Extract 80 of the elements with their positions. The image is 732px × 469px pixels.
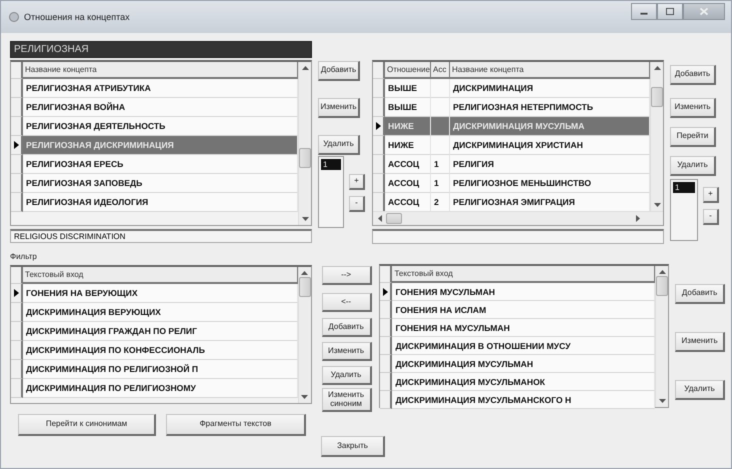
scroll-down-icon[interactable] xyxy=(301,395,308,400)
scroll-up-icon[interactable] xyxy=(301,270,308,275)
row-header[interactable] xyxy=(380,283,392,301)
header-corner xyxy=(11,267,23,284)
window-title: Отношения на концептах xyxy=(24,12,131,22)
decrease-button[interactable]: - xyxy=(703,208,719,225)
row-header[interactable] xyxy=(11,136,23,155)
table-row[interactable]: АССОЦ 2 РЕЛИГИОЗНАЯ ЭМИГРАЦИЯ xyxy=(373,193,650,212)
level-list[interactable]: 1 xyxy=(670,179,698,241)
column-header[interactable]: Отношение xyxy=(385,62,431,79)
comment-field[interactable] xyxy=(372,229,664,244)
increase-button[interactable]: + xyxy=(703,186,719,203)
scroll-up-icon[interactable] xyxy=(658,269,666,274)
concept-field[interactable]: РЕЛИГИОЗНАЯ xyxy=(10,41,312,58)
table-row[interactable]: НИЖЕ ДИСКРИМИНАЦИЯ МУСУЛЬМА xyxy=(373,117,650,136)
move-right-button[interactable]: --> xyxy=(322,266,372,286)
header-corner xyxy=(380,266,392,283)
edit-button[interactable]: Изменить xyxy=(322,342,372,362)
table-row[interactable]: АССОЦ 1 РЕЛИГИОЗНОЕ МЕНЬШИНСТВО xyxy=(373,174,650,193)
scroll-down-icon[interactable] xyxy=(654,203,660,208)
data-grid[interactable]: Текстовый вход ГОНЕНИЯ МУСУЛЬМАН ГОНЕНИЯ НА ИСЛАМ ГОНЕНИЯ НА МУСУЛЬМАН ДИСКРИМИНАЦИЯ В ОТНОШЕНИИ МУСУ ДИСКРИМИНАЦИЯ МУСУЛЬМАН ДИСКРИМИНАЦИЯ МУСУЛЬМАНОК ДИСКРИМИНАЦИЯ МУСУЛЬМАНСКОГО Н xyxy=(379,264,670,408)
column-header[interactable]: Название концепта xyxy=(450,62,650,79)
maximize-icon[interactable] xyxy=(657,3,683,20)
scroll-right-icon[interactable] xyxy=(636,215,641,222)
scroll-left-icon[interactable] xyxy=(377,215,382,222)
vertical-scrollbar[interactable] xyxy=(298,62,311,225)
table-row[interactable]: НИЖЕ ДИСКРИМИНАЦИЯ ХРИСТИАН xyxy=(373,136,650,155)
vertical-scrollbar[interactable] xyxy=(650,62,663,211)
column-header[interactable]: Название концепта xyxy=(23,62,298,79)
data-grid[interactable] xyxy=(372,60,664,226)
scroll-thumb[interactable] xyxy=(656,276,668,296)
row-header[interactable] xyxy=(373,117,385,136)
close-button[interactable]: Закрыть xyxy=(321,436,385,458)
delete-button[interactable]: Удалить xyxy=(322,366,372,386)
go-to-synonyms-button[interactable]: Перейти к синонимам xyxy=(18,414,156,436)
table-row[interactable]: ВЫШЕ РЕЛИГИОЗНАЯ НЕТЕРПИМОСТЬ xyxy=(373,98,650,117)
add-button[interactable]: Добавить xyxy=(675,284,726,304)
data-grid[interactable]: Название концепта РЕЛИГИОЗНАЯ АТРИБУТИКА РЕЛИГИОЗНАЯ ВОЙНА РЕЛИГИОЗНАЯ ДЕЯТЕЛЬНОСТЬ РЕЛИГИОЗНАЯ ДИСКРИМИНАЦИЯ РЕЛИГИОЗНАЯ ЕРЕСЬ РЕЛИГИОЗНАЯ ЗАПОВЕДЬ РЕЛИГИОЗНАЯ ИДЕОЛОГИЯ xyxy=(10,60,312,226)
delete-button[interactable]: Удалить xyxy=(675,380,726,400)
add-button[interactable]: Добавить xyxy=(318,60,360,81)
column-header[interactable]: Текстовый вход xyxy=(392,266,656,283)
scroll-up-icon[interactable] xyxy=(302,65,308,70)
table-row[interactable]: ВЫШЕ ДИСКРИМИНАЦИЯ xyxy=(373,79,650,98)
add-button[interactable]: Добавить xyxy=(670,64,716,85)
scroll-thumb[interactable] xyxy=(651,87,663,107)
header-corner xyxy=(373,62,385,79)
row-header[interactable] xyxy=(11,284,23,303)
vertical-scrollbar[interactable] xyxy=(655,266,668,407)
list-item[interactable]: 1 xyxy=(321,159,341,170)
edit-button[interactable]: Изменить xyxy=(675,332,726,352)
go-to-button[interactable]: Перейти xyxy=(670,126,716,147)
scroll-down-icon[interactable] xyxy=(302,217,308,222)
column-header[interactable]: Текстовый вход xyxy=(23,267,298,284)
table-row[interactable]: АССОЦ 1 РЕЛИГИЯ xyxy=(373,155,650,174)
decrease-button[interactable]: - xyxy=(349,196,365,212)
minimize-icon[interactable] xyxy=(631,3,657,20)
vertical-scrollbar[interactable] xyxy=(298,267,311,403)
translation-field[interactable]: RELIGIOUS DISCRIMINATION xyxy=(10,229,312,243)
column-header[interactable]: Асс xyxy=(431,62,450,79)
scroll-up-icon[interactable] xyxy=(654,65,660,70)
delete-button[interactable]: Удалить xyxy=(670,156,716,176)
edit-synonym-button[interactable]: Изменить синоним xyxy=(322,388,372,412)
filter-label: Фильтр xyxy=(10,252,38,263)
level-list[interactable]: 1 xyxy=(318,156,344,228)
delete-button[interactable]: Удалить xyxy=(318,134,360,155)
scroll-down-icon[interactable] xyxy=(658,399,666,404)
list-item[interactable]: 1 xyxy=(673,182,695,193)
header-corner xyxy=(11,62,23,79)
edit-button[interactable]: Изменить xyxy=(318,98,360,118)
scroll-thumb[interactable] xyxy=(298,277,311,297)
move-left-button[interactable]: <-- xyxy=(322,293,372,312)
scroll-thumb[interactable] xyxy=(299,148,311,168)
data-grid[interactable]: Текстовый вход ГОНЕНИЯ НА ВЕРУЮЩИХ ДИСКРИМИНАЦИЯ ВЕРУЮЩИХ ДИСКРИМИНАЦИЯ ГРАЖДАН ПО РЕЛИГ ДИСКРИМИНАЦИЯ ПО КОНФЕССИОНАЛЬ ДИСКРИМИНАЦИЯ ПО РЕЛИГИОЗНОЙ П ДИСКРИМИНАЦИЯ ПО РЕЛИГИОЗНОМУ xyxy=(10,265,312,404)
add-button[interactable]: Добавить xyxy=(322,318,372,338)
scroll-thumb[interactable] xyxy=(386,213,402,224)
text-fragments-button[interactable]: Фрагменты текстов xyxy=(166,414,306,436)
horizontal-scrollbar[interactable] xyxy=(373,211,663,225)
app-icon xyxy=(9,12,19,22)
increase-button[interactable]: + xyxy=(349,174,365,190)
edit-button[interactable]: Изменить xyxy=(670,98,716,118)
